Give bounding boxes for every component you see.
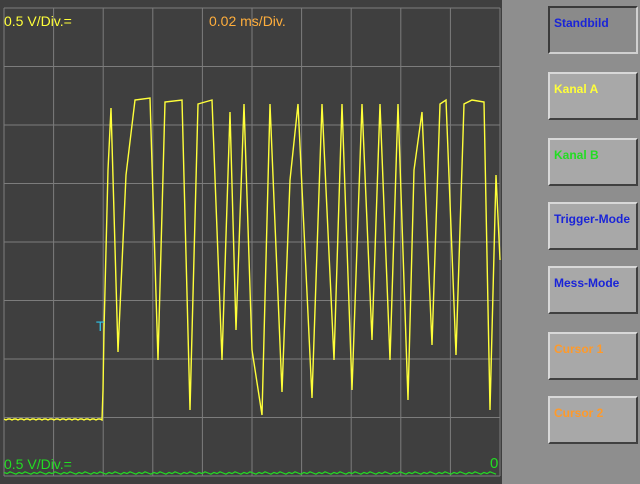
cursor-2-button[interactable]: Cursor 2 bbox=[548, 396, 638, 444]
channel-b-volts-per-div: 0.5 V/Div.= bbox=[4, 456, 72, 472]
trigger-marker: T bbox=[96, 318, 105, 334]
oscilloscope-screen: 0.5 V/Div.= 0.02 ms/Div. 0.5 V/Div.= 0 T bbox=[0, 0, 502, 484]
control-panel: Standbild Kanal A Kanal B Trigger-Mode M… bbox=[502, 0, 640, 484]
freeze-button[interactable]: Standbild bbox=[548, 6, 638, 54]
cursor-1-button[interactable]: Cursor 1 bbox=[548, 332, 638, 380]
measure-mode-button[interactable]: Mess-Mode bbox=[548, 266, 638, 314]
scope-grid bbox=[3, 7, 501, 477]
channel-b-button[interactable]: Kanal B bbox=[548, 138, 638, 186]
channel-b-trace bbox=[3, 471, 497, 475]
channel-a-button[interactable]: Kanal A bbox=[548, 72, 638, 120]
channel-a-volts-per-div: 0.5 V/Div.= bbox=[4, 13, 72, 29]
time-per-div: 0.02 ms/Div. bbox=[209, 13, 286, 29]
ground-level-marker: 0 bbox=[490, 455, 499, 472]
oscilloscope-display bbox=[3, 7, 501, 477]
trigger-mode-button[interactable]: Trigger-Mode bbox=[548, 202, 638, 250]
